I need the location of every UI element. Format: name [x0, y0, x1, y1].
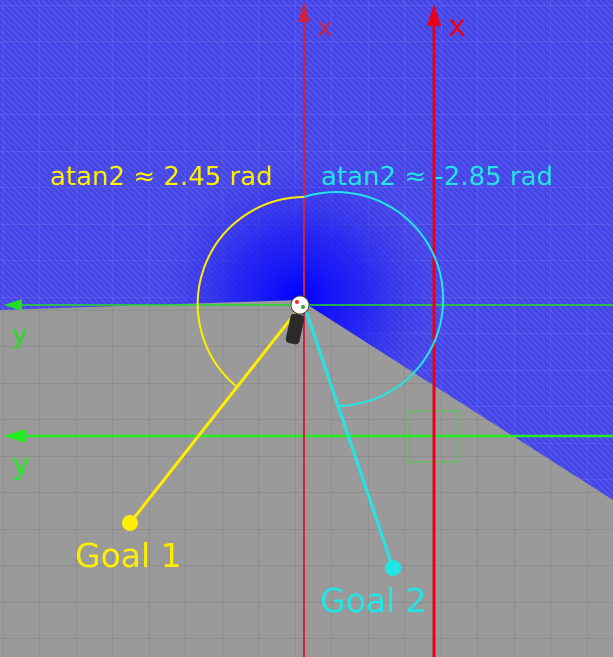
goal2-label: Goal 2 — [320, 581, 427, 620]
x-axis-label-1: x — [317, 13, 332, 43]
goal-dot-icon[interactable] — [122, 515, 138, 531]
goal1-label: Goal 1 — [75, 536, 182, 575]
y-axis-label-2: y — [12, 447, 30, 482]
y-axis-label-1: y — [12, 320, 27, 350]
goal-dot-icon[interactable] — [385, 560, 401, 576]
x-axis-label-2: x — [448, 9, 466, 44]
goal1-angle-label: atan2 ≈ 2.45 rad — [50, 162, 273, 192]
goal2-angle-label: atan2 ≈ -2.85 rad — [321, 162, 553, 192]
scene-canvas: y y x x atan2 ≈ 2.45 rad atan2 ≈ -2.85 r… — [0, 0, 613, 657]
